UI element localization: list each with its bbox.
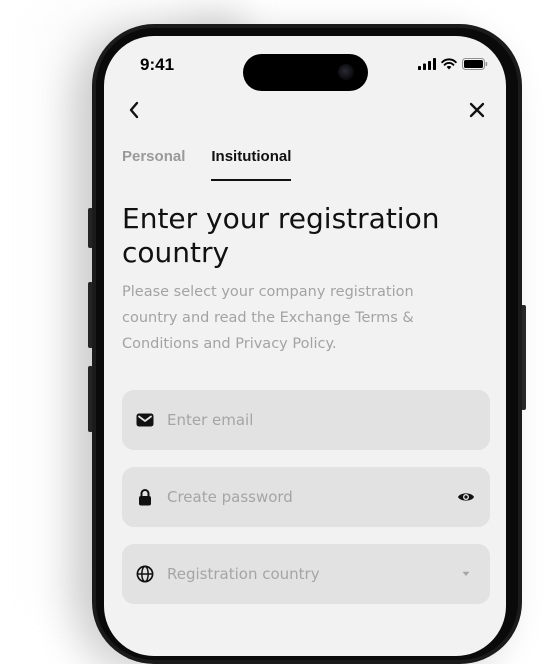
globe-icon: [136, 565, 154, 583]
back-button[interactable]: [120, 96, 148, 124]
wifi-icon: [441, 58, 457, 70]
battery-icon: [462, 58, 488, 70]
country-input[interactable]: [165, 564, 456, 584]
lock-icon: [136, 488, 154, 506]
password-input[interactable]: [165, 487, 456, 507]
caret-down-icon: [462, 571, 470, 576]
close-icon: [469, 102, 485, 118]
dynamic-island: [243, 54, 368, 91]
email-field[interactable]: [122, 390, 490, 450]
close-button[interactable]: [463, 96, 491, 124]
phone-screen: 9:41 Personal Insitutional Enter your re…: [104, 36, 506, 656]
camera-icon: [338, 64, 354, 80]
account-type-tabs: Personal Insitutional: [122, 148, 292, 181]
tab-personal[interactable]: Personal: [122, 148, 185, 181]
chevron-left-icon: [129, 101, 139, 119]
password-field[interactable]: [122, 467, 490, 527]
country-select[interactable]: [122, 544, 490, 604]
page-subtitle: Please select your company registration …: [122, 284, 414, 352]
signal-icon: [418, 58, 436, 70]
tab-institutional[interactable]: Insitutional: [211, 148, 292, 181]
eye-icon: [458, 493, 474, 501]
email-input[interactable]: [165, 410, 490, 430]
status-time: 9:41: [140, 55, 175, 74]
dropdown-toggle[interactable]: [456, 564, 476, 584]
password-visibility-toggle[interactable]: [456, 487, 476, 507]
status-icons: [418, 58, 488, 70]
page-title: Enter your registration country: [122, 202, 440, 269]
mail-icon: [136, 411, 154, 429]
